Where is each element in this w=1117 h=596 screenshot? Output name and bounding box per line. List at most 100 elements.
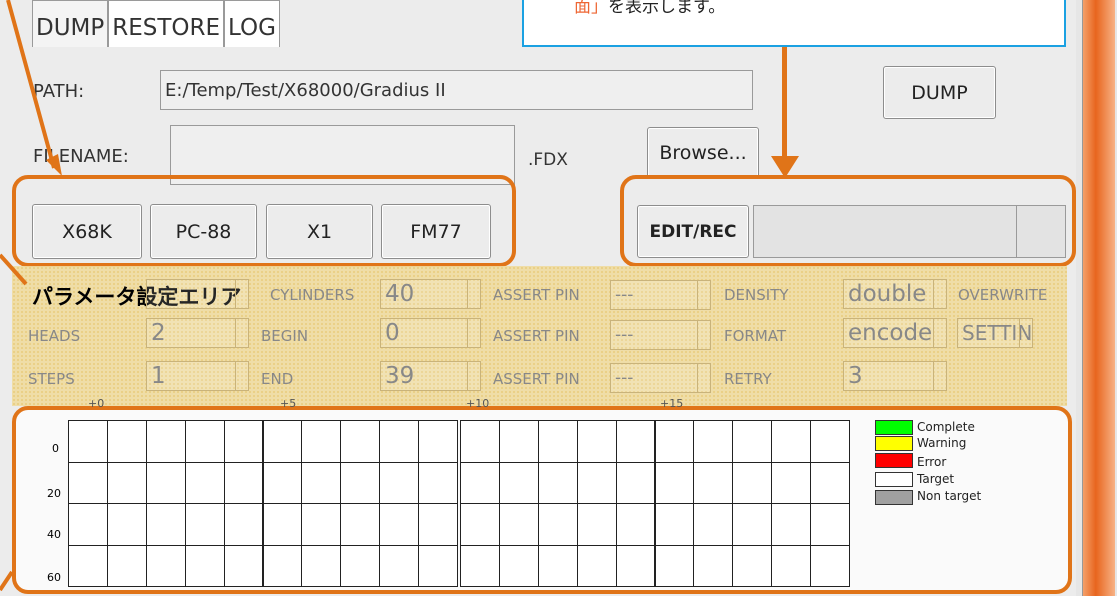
track-cell[interactable] <box>184 420 225 463</box>
track-cell[interactable] <box>418 461 458 504</box>
track-cell[interactable] <box>418 503 458 546</box>
browse-button[interactable]: Browse... <box>647 127 759 179</box>
track-cell[interactable] <box>732 420 773 463</box>
track-cell[interactable] <box>693 503 734 546</box>
track-cell[interactable] <box>576 461 617 504</box>
scrollbar-thumb[interactable] <box>1082 0 1115 596</box>
track-cell[interactable] <box>301 503 342 546</box>
track-cell[interactable] <box>418 420 458 463</box>
track-cell[interactable] <box>732 461 773 504</box>
track-cell[interactable] <box>145 420 186 463</box>
track-cell[interactable] <box>615 461 656 504</box>
setting-button[interactable]: SETTIN <box>957 318 1033 348</box>
track-cell[interactable] <box>537 420 578 463</box>
track-cell[interactable] <box>537 503 578 546</box>
track-cell[interactable] <box>460 461 500 504</box>
track-cell[interactable] <box>262 461 303 504</box>
track-cell[interactable] <box>460 503 500 546</box>
track-cell[interactable] <box>184 503 225 546</box>
track-cell[interactable] <box>460 544 500 587</box>
end-field[interactable]: 39 <box>380 361 481 391</box>
track-cell[interactable] <box>771 503 812 546</box>
track-cell[interactable] <box>106 544 147 587</box>
legend-error-swatch <box>875 453 913 468</box>
track-cell[interactable] <box>498 503 539 546</box>
track-cell[interactable] <box>223 420 264 463</box>
track-cell[interactable] <box>106 461 147 504</box>
track-cell[interactable] <box>184 461 225 504</box>
assert-pin-field-2[interactable]: --- <box>610 320 711 350</box>
assert-pin-field-3[interactable]: --- <box>610 363 711 393</box>
vertical-scrollbar[interactable] <box>1076 0 1117 596</box>
track-cell[interactable] <box>301 420 342 463</box>
track-cell[interactable] <box>810 420 850 463</box>
track-cell[interactable] <box>379 461 420 504</box>
tab-restore[interactable]: RESTORE <box>108 0 225 47</box>
track-cell[interactable] <box>654 544 695 587</box>
track-cell[interactable] <box>301 461 342 504</box>
track-cell[interactable] <box>379 503 420 546</box>
track-cell[interactable] <box>223 461 264 504</box>
track-cell[interactable] <box>732 544 773 587</box>
track-cell[interactable] <box>145 544 186 587</box>
track-cell[interactable] <box>340 544 381 587</box>
track-cell[interactable] <box>810 503 850 546</box>
steps-field[interactable]: 1 <box>146 361 249 391</box>
track-cell[interactable] <box>771 544 812 587</box>
assert-pin-label-3: ASSERT PIN <box>493 370 580 388</box>
track-cell[interactable] <box>145 461 186 504</box>
track-cell[interactable] <box>301 544 342 587</box>
track-cell[interactable] <box>654 461 695 504</box>
track-cell[interactable] <box>654 503 695 546</box>
track-cell[interactable] <box>615 544 656 587</box>
track-cell[interactable] <box>340 420 381 463</box>
track-cell[interactable] <box>537 544 578 587</box>
track-cell[interactable] <box>223 544 264 587</box>
track-cell[interactable] <box>576 420 617 463</box>
cylinders-field[interactable]: 40 <box>380 279 481 309</box>
track-cell[interactable] <box>810 461 850 504</box>
track-cell[interactable] <box>693 461 734 504</box>
dump-button[interactable]: DUMP <box>883 66 996 119</box>
track-cell[interactable] <box>106 420 147 463</box>
tab-log[interactable]: LOG <box>224 0 280 47</box>
track-cell[interactable] <box>340 461 381 504</box>
track-cell[interactable] <box>615 503 656 546</box>
heads-field[interactable]: 2 <box>146 318 249 348</box>
track-cell[interactable] <box>340 503 381 546</box>
path-input[interactable]: E:/Temp/Test/X68000/Gradius II <box>160 70 753 110</box>
assert-pin-field-1[interactable]: --- <box>610 280 711 310</box>
track-cell[interactable] <box>262 420 303 463</box>
track-cell[interactable] <box>576 503 617 546</box>
track-cell[interactable] <box>732 503 773 546</box>
track-cell[interactable] <box>693 544 734 587</box>
col-tick-15: +15 <box>660 397 684 410</box>
track-cell[interactable] <box>771 420 812 463</box>
track-cell[interactable] <box>654 420 695 463</box>
track-cell[interactable] <box>262 544 303 587</box>
track-cell[interactable] <box>106 503 147 546</box>
begin-field[interactable]: 0 <box>380 318 481 348</box>
track-cell[interactable] <box>810 544 850 587</box>
retry-field[interactable]: 3 <box>843 361 947 391</box>
track-cell[interactable] <box>460 420 500 463</box>
track-cell[interactable] <box>145 503 186 546</box>
track-cell[interactable] <box>498 420 539 463</box>
track-cell[interactable] <box>262 503 303 546</box>
track-cell[interactable] <box>184 544 225 587</box>
track-cell[interactable] <box>418 544 458 587</box>
track-cell[interactable] <box>379 544 420 587</box>
track-cell[interactable] <box>576 544 617 587</box>
track-cell[interactable] <box>771 461 812 504</box>
density-field[interactable]: double <box>843 279 947 309</box>
track-cell[interactable] <box>537 461 578 504</box>
track-cell[interactable] <box>223 503 264 546</box>
format-field[interactable]: encode <box>843 318 947 348</box>
track-cell[interactable] <box>615 420 656 463</box>
drive-field[interactable] <box>146 279 249 309</box>
track-cell[interactable] <box>498 461 539 504</box>
track-cell[interactable] <box>693 420 734 463</box>
assert-pin-label-2: ASSERT PIN <box>493 327 580 345</box>
track-cell[interactable] <box>379 420 420 463</box>
track-cell[interactable] <box>498 544 539 587</box>
